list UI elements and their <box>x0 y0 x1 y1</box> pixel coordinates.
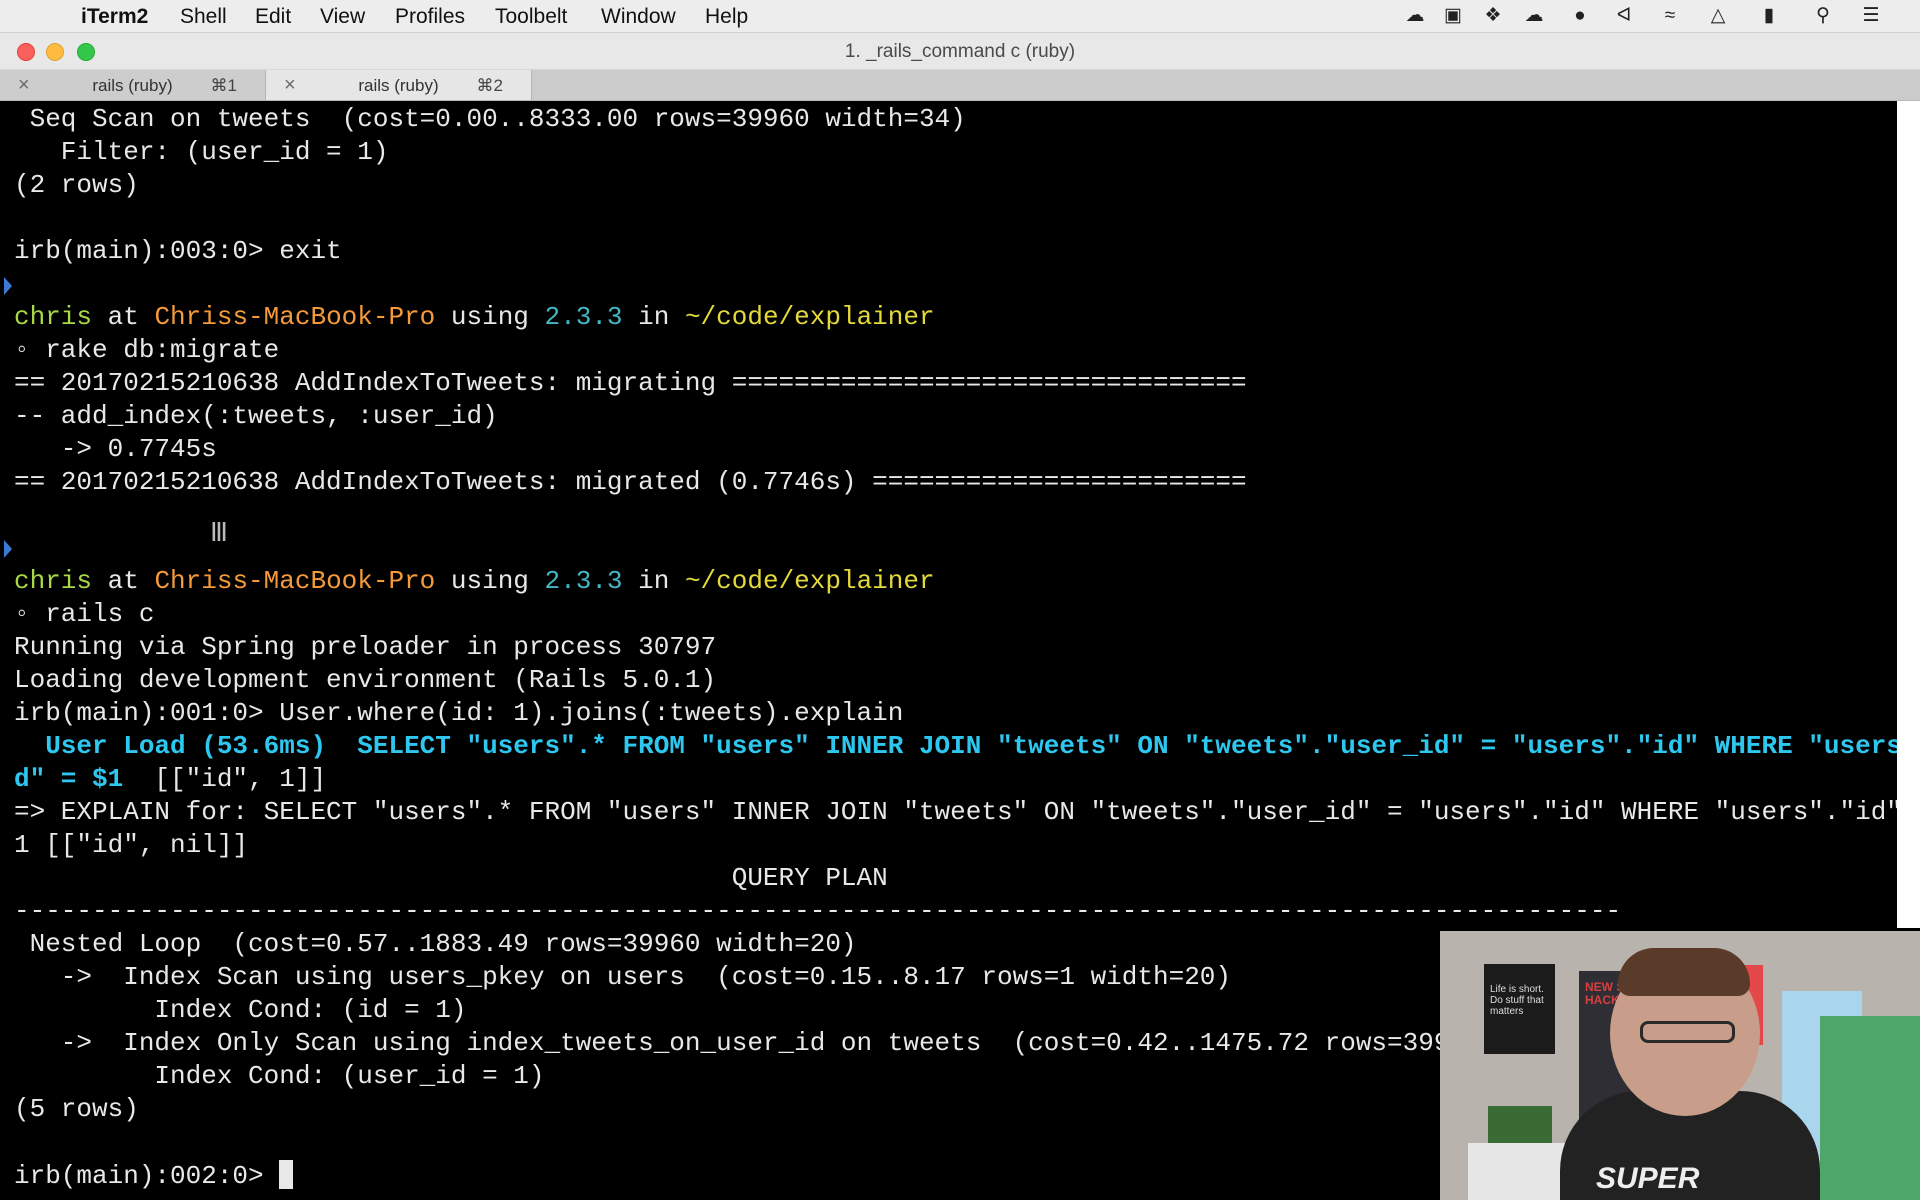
mouse-ibeam-cursor-icon: Ⅲ <box>210 519 228 549</box>
sql-log-line: User Load (53.6ms) SELECT "users".* FROM… <box>14 731 1897 761</box>
terminal-line: (2 rows) <box>14 170 139 200</box>
menu-toolbelt[interactable]: Toolbelt <box>495 6 567 28</box>
terminal-line: Loading development environment (Rails 5… <box>14 665 717 695</box>
prompt-text: in <box>622 566 685 596</box>
query-plan-header: QUERY PLAN <box>14 863 888 893</box>
query-plan-divider: ----------------------------------------… <box>14 896 1622 926</box>
terminal-command: ◦ rails c <box>14 599 155 629</box>
terminal-line: == 20170215210638 AddIndexToTweets: migr… <box>14 368 1247 398</box>
terminal-line: irb(main):001:0> User.where(id: 1).joins… <box>14 698 904 728</box>
wall-poster: Life is short. Do stuff that matters <box>1484 964 1555 1054</box>
plant <box>1488 1106 1552 1146</box>
prompt-ruby-version: 2.3.3 <box>544 302 623 332</box>
query-plan-row: -> Index Only Scan using index_tweets_on… <box>14 1028 1481 1058</box>
spotlight-search-icon[interactable]: ⚲ <box>1810 5 1836 27</box>
prompt-marker-icon <box>4 540 12 558</box>
menu-view[interactable]: View <box>320 6 365 28</box>
terminal-line: 1 [["id", nil]] <box>14 830 249 860</box>
notification-center-icon[interactable]: ☰ <box>1856 5 1886 27</box>
window-title-bar: 1. _rails_command c (ruby) <box>0 33 1920 70</box>
shell-prompt: chris at Chriss-MacBook-Pro using 2.3.3 … <box>14 302 935 332</box>
prompt-text: in <box>622 302 685 332</box>
presenter-hair <box>1618 948 1750 996</box>
prompt-text: at <box>92 566 155 596</box>
prompt-text: using <box>435 302 545 332</box>
green-light <box>1820 1016 1920 1200</box>
tab-rails-2[interactable]: × rails (ruby) ⌘2 <box>266 70 532 100</box>
sql-log-line: d" = $1 [["id", 1]] <box>14 764 326 794</box>
terminal-line: -> 0.7745s <box>14 434 217 464</box>
prompt-marker-icon <box>4 277 12 295</box>
terminal-line: irb(main):003:0> exit <box>14 236 342 266</box>
dropbox-icon[interactable]: ❖ <box>1479 5 1507 27</box>
menu-iterm2[interactable]: iTerm2 <box>81 6 148 28</box>
terminal-line: Running via Spring preloader in process … <box>14 632 717 662</box>
irb-prompt-line[interactable]: irb(main):002:0> <box>14 1160 294 1191</box>
menu-edit[interactable]: Edit <box>255 6 291 28</box>
query-plan-row: Nested Loop (cost=0.57..1883.49 rows=399… <box>14 929 857 959</box>
query-plan-row: Index Cond: (user_id = 1) <box>14 1061 545 1091</box>
shirt-text: SUPER <box>1596 1162 1700 1195</box>
terminal-line: (5 rows) <box>14 1094 139 1124</box>
poster-text: Life is short. Do stuff that matters <box>1490 984 1544 1017</box>
prompt-text: using <box>435 566 545 596</box>
wifi-icon[interactable]: ≈ <box>1655 5 1685 27</box>
window-title: 1. _rails_command c (ruby) <box>844 41 1076 62</box>
prompt-ruby-version: 2.3.3 <box>544 566 623 596</box>
camera-icon[interactable]: ▣ <box>1438 5 1468 27</box>
bluetooth-icon[interactable]: ᐊ <box>1613 5 1635 27</box>
prompt-path: ~/code/explainer <box>684 302 935 332</box>
query-plan-row: Index Cond: (id = 1) <box>14 995 467 1025</box>
creative-cloud-icon[interactable]: ☁ <box>1401 5 1429 27</box>
prompt-host: Chriss-MacBook-Pro <box>154 302 436 332</box>
battery-icon[interactable]: ▮ <box>1752 5 1786 27</box>
terminal-line: -- add_index(:tweets, :user_id) <box>14 401 498 431</box>
terminal-line: => EXPLAIN for: SELECT "users".* FROM "u… <box>14 797 1897 827</box>
irb-prompt: irb(main):002:0> <box>14 1161 280 1191</box>
prompt-user: chris <box>14 302 93 332</box>
menu-window[interactable]: Window <box>601 6 676 28</box>
cloud-icon[interactable]: ☁ <box>1518 5 1550 27</box>
prompt-host: Chriss-MacBook-Pro <box>154 566 436 596</box>
menu-profiles[interactable]: Profiles <box>395 6 465 28</box>
tab-bar-empty-area[interactable] <box>532 70 1920 100</box>
tab-shortcut: ⌘2 <box>476 76 503 95</box>
tab-bar: × rails (ruby) ⌘1 × rails (ruby) ⌘2 <box>0 70 1920 101</box>
scrollbar[interactable] <box>1897 101 1920 928</box>
prompt-path: ~/code/explainer <box>684 566 935 596</box>
backup-icon[interactable]: ● <box>1564 5 1596 27</box>
shell-prompt: chris at Chriss-MacBook-Pro using 2.3.3 … <box>14 566 935 596</box>
menu-bar: iTerm2 Shell Edit View Profiles Toolbelt… <box>0 0 1920 33</box>
query-plan-row: -> Index Scan using users_pkey on users … <box>14 962 1231 992</box>
prompt-user: chris <box>14 566 93 596</box>
terminal-line: Filter: (user_id = 1) <box>14 137 389 167</box>
terminal-command: ◦ rake db:migrate <box>14 335 280 365</box>
tab-shortcut: ⌘1 <box>210 76 237 95</box>
prompt-text: at <box>92 302 155 332</box>
airplay-icon[interactable]: △ <box>1703 5 1733 27</box>
terminal-line: Seq Scan on tweets (cost=0.00..8333.00 r… <box>14 104 966 134</box>
sql-binds: [["id", 1]] <box>123 764 327 794</box>
menu-shell[interactable]: Shell <box>180 6 227 28</box>
menu-help[interactable]: Help <box>705 6 748 28</box>
sql-log-text: d" = $1 <box>14 764 124 794</box>
glasses <box>1640 1021 1735 1043</box>
webcam-video-overlay: Life is short. Do stuff that matters NEW… <box>1440 931 1920 1200</box>
terminal-line: == 20170215210638 AddIndexToTweets: migr… <box>14 467 1247 497</box>
tab-rails-1[interactable]: × rails (ruby) ⌘1 <box>0 70 266 100</box>
text-cursor <box>279 1160 294 1189</box>
